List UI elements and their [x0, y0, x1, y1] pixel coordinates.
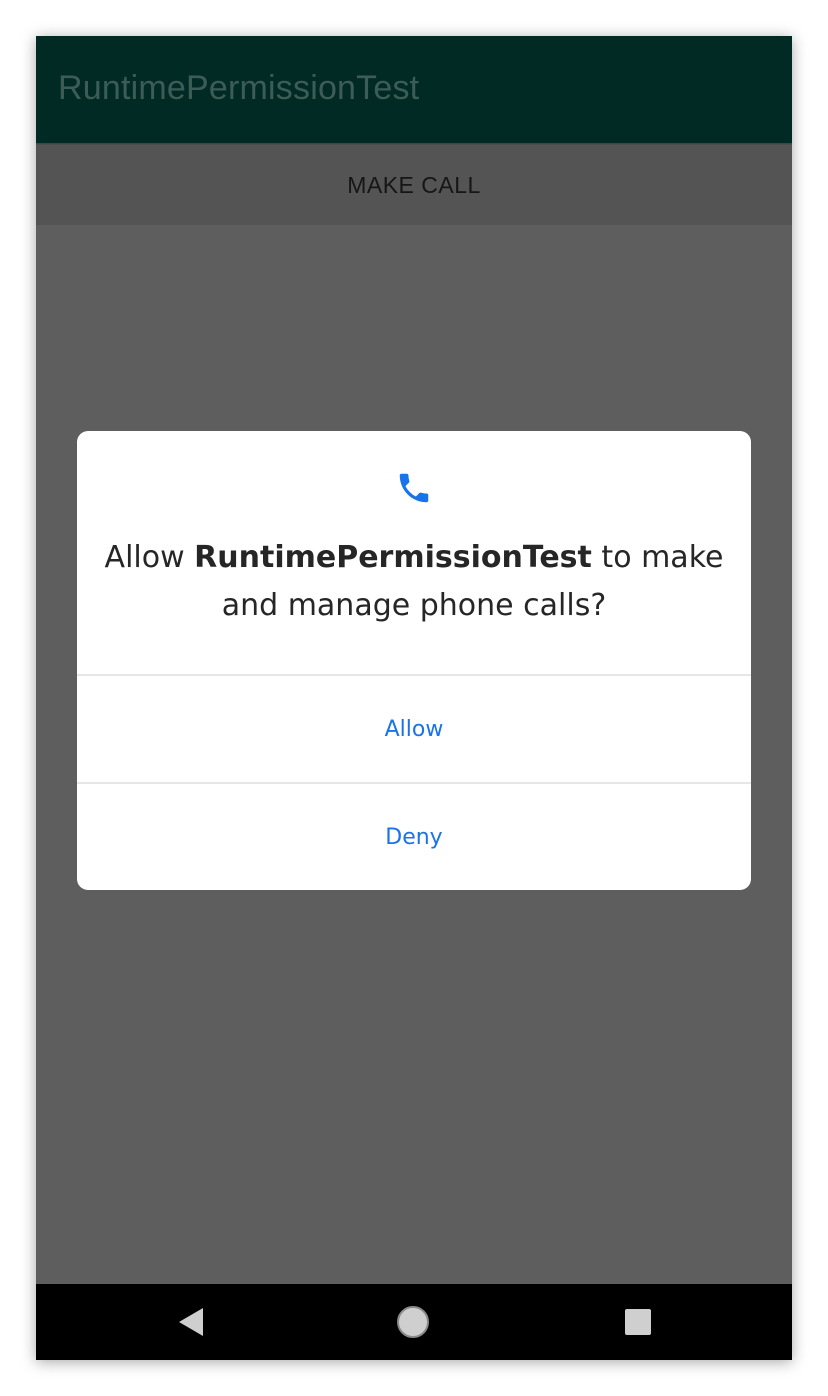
permission-message: Allow RuntimePermissionTest to make and … [97, 534, 731, 630]
permission-dialog: Allow RuntimePermissionTest to make and … [77, 431, 751, 890]
deny-button[interactable]: Deny [77, 784, 751, 890]
back-icon[interactable] [176, 1306, 206, 1338]
recents-icon[interactable] [623, 1307, 653, 1337]
app-title: RuntimePermissionTest [58, 69, 420, 107]
message-prefix: Allow [104, 540, 195, 575]
phone-icon [399, 473, 429, 503]
app-bar: RuntimePermissionTest [36, 36, 792, 143]
navigation-bar [36, 1284, 792, 1360]
phone-screen: RuntimePermissionTest MAKE CALL Allow Ru… [36, 36, 792, 1360]
make-call-button[interactable]: MAKE CALL [36, 146, 792, 225]
home-icon[interactable] [395, 1304, 431, 1340]
allow-button[interactable]: Allow [77, 676, 751, 782]
permission-app-name: RuntimePermissionTest [194, 540, 592, 575]
